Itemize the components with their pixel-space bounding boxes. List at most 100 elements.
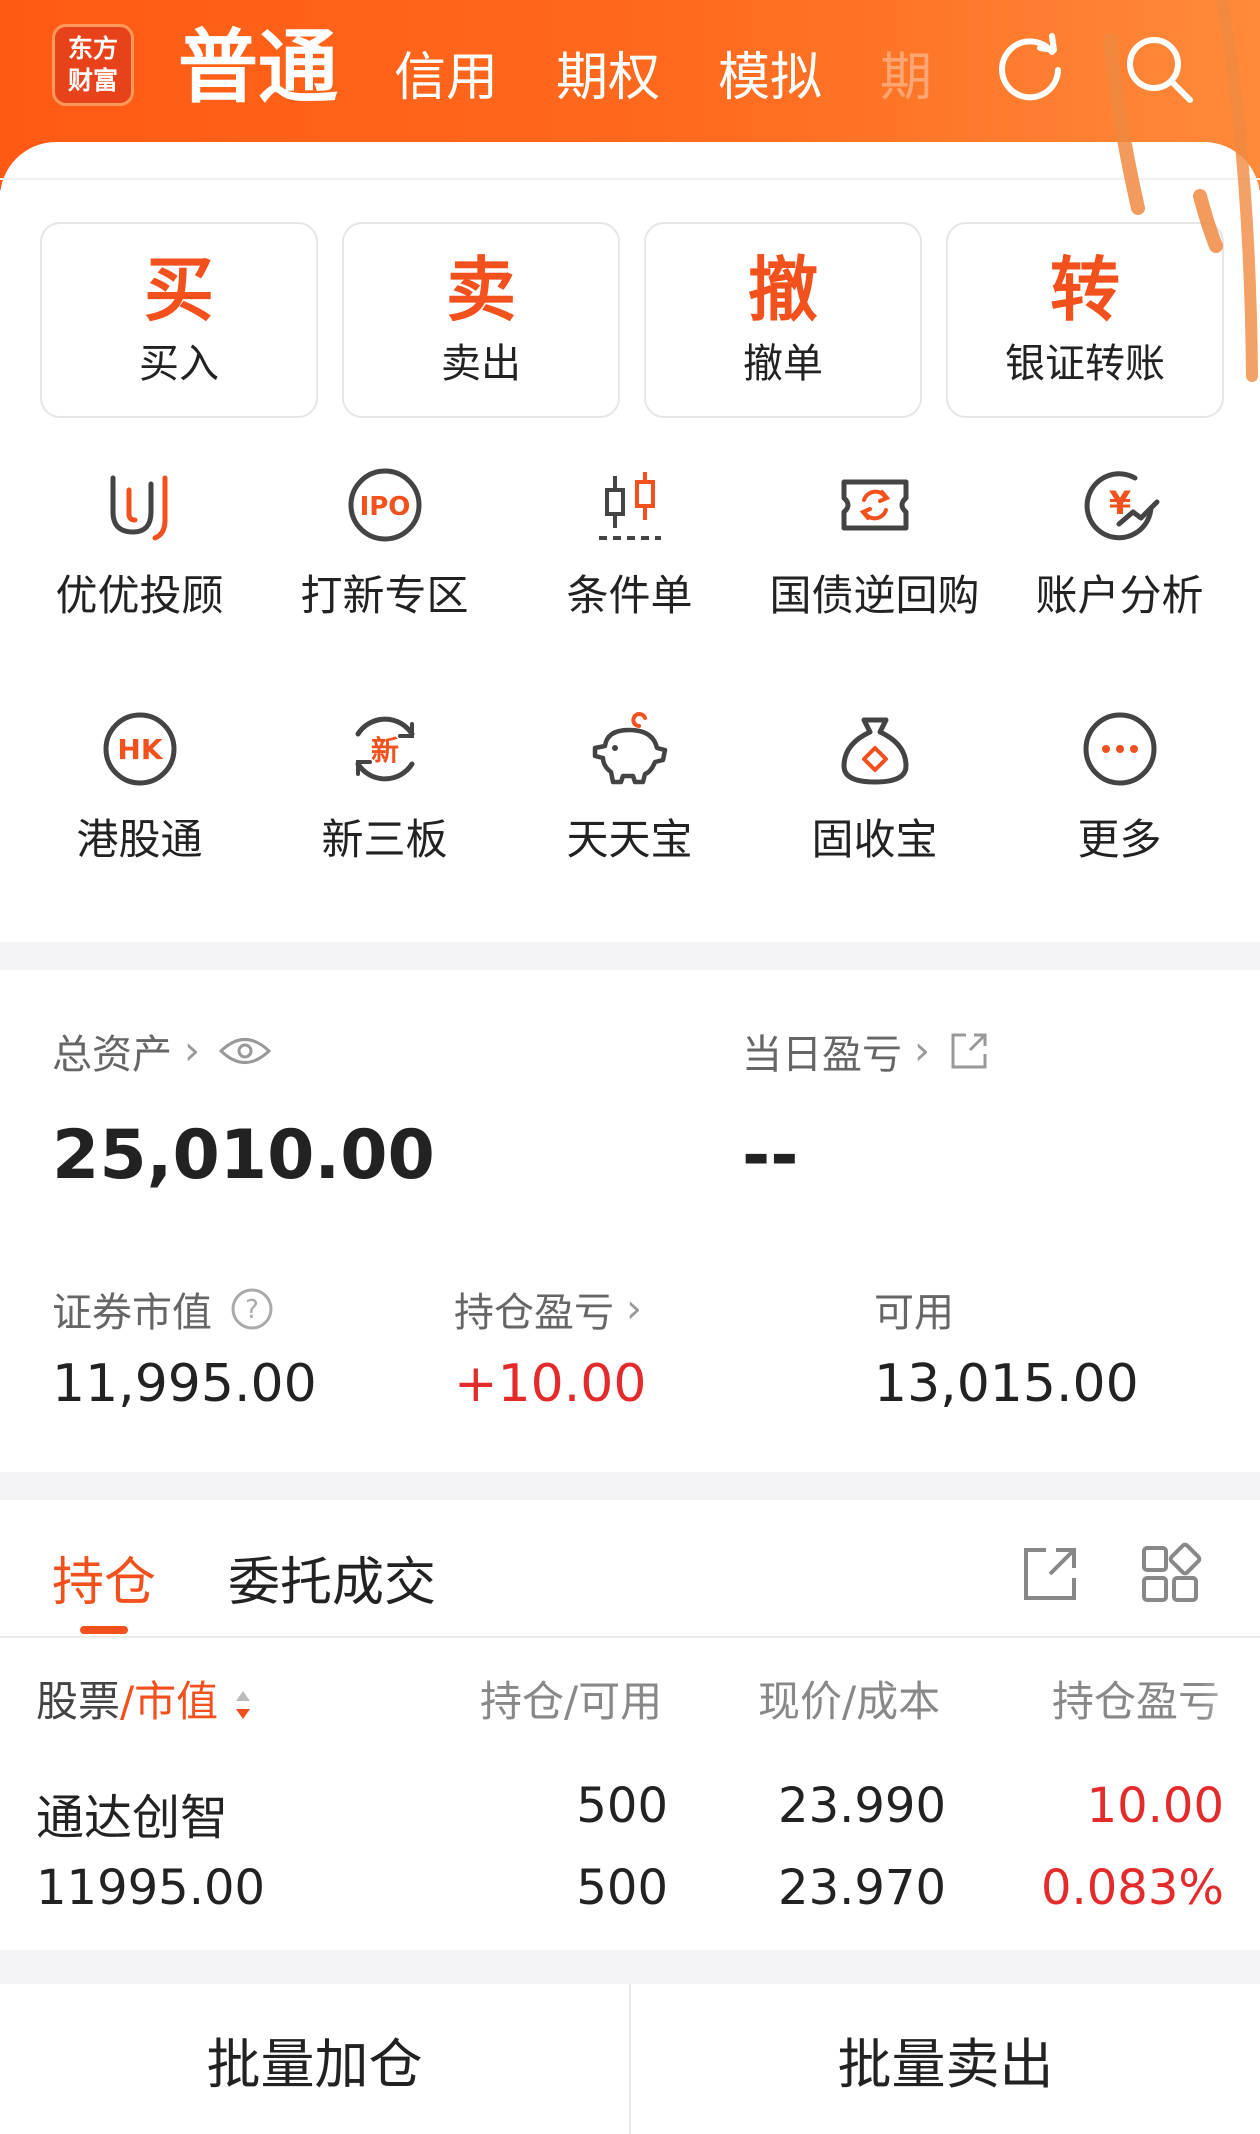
buy-label: 买入 — [139, 341, 219, 387]
sell-button[interactable]: 卖 卖出 — [342, 222, 620, 418]
repo-icon — [841, 479, 908, 531]
new-board-icon: 新 — [355, 716, 414, 782]
market-value: 11,995.00 — [52, 1354, 317, 1414]
positions-panel: 持仓 委托成交 股票/市值 持仓/可用 现价/成本 持仓盈亏 通达创智 1199… — [0, 1500, 1260, 1950]
logo-text-line2: 财富 — [67, 66, 118, 95]
buy-glyph: 买 — [144, 249, 214, 331]
tab-options[interactable]: 期权 — [556, 28, 660, 128]
tab-credit[interactable]: 信用 — [394, 28, 498, 128]
service-new-third-board[interactable]: 新 新三板 — [262, 704, 507, 868]
divider — [0, 1636, 1260, 1638]
batch-add-button[interactable]: 批量加仓 — [0, 1984, 629, 2134]
col-price: 现价/成本 — [758, 1677, 941, 1726]
service-hk-connect[interactable]: HK 港股通 — [17, 704, 262, 868]
market-value-label-row: 证券市值 ? — [52, 1280, 274, 1338]
help-icon[interactable]: ? — [230, 1287, 274, 1331]
daily-pl-label-row[interactable]: 当日盈亏 › — [742, 1022, 990, 1080]
batch-sell-button[interactable]: 批量卖出 — [631, 1984, 1260, 2134]
position-pl-label: 持仓盈亏 — [454, 1290, 614, 1336]
refresh-icon[interactable] — [990, 30, 1070, 110]
uu-advisor-icon — [110, 475, 167, 541]
service-label: 国债逆回购 — [769, 571, 980, 620]
tab-normal[interactable]: 普通 — [178, 18, 338, 118]
chevron-right-icon: › — [184, 1028, 200, 1074]
service-label: 账户分析 — [1035, 571, 1204, 620]
cancel-label: 撤单 — [743, 341, 823, 387]
service-label: 新三板 — [321, 815, 448, 864]
share-icon[interactable] — [1018, 1542, 1082, 1606]
available-qty: 500 — [576, 1860, 668, 1916]
service-tiantianbao[interactable]: 天天宝 — [507, 704, 752, 868]
col-qty: 持仓/可用 — [480, 1677, 663, 1726]
divider — [0, 178, 1260, 180]
transfer-glyph: 转 — [1050, 249, 1120, 331]
sell-label: 卖出 — [441, 341, 521, 387]
scroll-fade — [1200, 1660, 1260, 1730]
logo-text-line1: 东方 — [67, 34, 118, 63]
service-label: 优优投顾 — [55, 571, 224, 620]
svg-text:IPO: IPO — [359, 492, 410, 522]
service-account-analysis[interactable]: ¥ 账户分析 — [997, 460, 1242, 624]
batch-actions-bar: 批量加仓 批量卖出 — [0, 1984, 1260, 2134]
svg-text:¥: ¥ — [1108, 484, 1130, 522]
col-stock-label: 股票 — [36, 1677, 121, 1726]
total-assets-label: 总资产 — [52, 1032, 172, 1078]
service-label: 港股通 — [76, 815, 203, 864]
tab-orders[interactable]: 委托成交 — [228, 1540, 436, 1615]
grid-view-icon[interactable] — [1138, 1542, 1202, 1606]
piggy-bank-icon — [592, 712, 667, 785]
col-stock-mv[interactable]: 股票/市值 — [36, 1668, 254, 1729]
trade-menu-card: 买 买入 卖 卖出 撤 撤单 转 银证转账 优优投顾 IPO 打新专区 条件单 … — [0, 142, 1260, 942]
total-assets-label-row[interactable]: 总资产 › — [52, 1022, 272, 1080]
cancel-glyph: 撤 — [748, 249, 818, 331]
service-label: 更多 — [1077, 815, 1162, 864]
candlestick-icon — [598, 472, 661, 540]
search-icon[interactable] — [1120, 30, 1200, 110]
service-label: 打新专区 — [300, 571, 469, 620]
service-ipo[interactable]: IPO 打新专区 — [262, 460, 507, 624]
daily-pl-label: 当日盈亏 — [742, 1032, 902, 1078]
hk-icon: HK — [103, 712, 176, 786]
current-price: 23.990 — [778, 1778, 946, 1834]
external-link-icon[interactable] — [948, 1030, 990, 1072]
ipo-icon: IPO — [348, 468, 421, 542]
bank-transfer-button[interactable]: 转 银证转账 — [946, 222, 1224, 418]
buy-button[interactable]: 买 买入 — [40, 222, 318, 418]
col-pl: 持仓盈亏 — [1052, 1677, 1221, 1726]
account-type-tabs: 普通 信用 期权 模拟 期 — [178, 18, 990, 128]
quick-actions: 买 买入 卖 卖出 撤 撤单 转 银证转账 — [40, 222, 1224, 418]
svg-text:HK: HK — [117, 733, 163, 766]
transfer-label: 银证转账 — [1005, 341, 1165, 387]
tab-positions[interactable]: 持仓 — [52, 1540, 156, 1615]
chevron-right-icon: › — [626, 1286, 642, 1332]
service-bond-repo[interactable]: 国债逆回购 — [752, 460, 997, 624]
stock-name: 通达创智 — [36, 1790, 229, 1846]
available-value: 13,015.00 — [874, 1354, 1139, 1414]
service-fixed-income[interactable]: 固收宝 — [752, 704, 997, 868]
chevron-right-icon: › — [914, 1028, 930, 1074]
svg-text:新: 新 — [370, 734, 398, 767]
stock-market-value: 11995.00 — [36, 1860, 266, 1916]
col-mv-label: 市值 — [134, 1677, 219, 1726]
service-conditional-order[interactable]: 条件单 — [507, 460, 752, 624]
services-row-1: 优优投顾 IPO 打新专区 条件单 国债逆回购 ¥ 账户分析 — [0, 460, 1260, 624]
sort-icon — [235, 1690, 250, 1719]
service-label: 固收宝 — [811, 815, 938, 864]
available-label-row: 可用 — [874, 1280, 954, 1338]
cost-price: 23.970 — [778, 1860, 946, 1916]
service-more[interactable]: 更多 — [997, 704, 1242, 868]
service-uu-advisor[interactable]: 优优投顾 — [17, 460, 262, 624]
position-pl-percent: 0.083% — [1040, 1860, 1224, 1916]
eye-icon[interactable] — [218, 1034, 272, 1068]
position-pl-label-row[interactable]: 持仓盈亏 › — [454, 1280, 642, 1338]
tab-futures[interactable]: 期 — [880, 28, 932, 128]
sell-glyph: 卖 — [446, 249, 516, 331]
hold-qty: 500 — [576, 1778, 668, 1834]
tab-simulation[interactable]: 模拟 — [718, 28, 822, 128]
col-sep: / — [120, 1677, 135, 1726]
assets-summary: 总资产 › 25,010.00 当日盈亏 › -- 证券市值 ? 11,995.… — [0, 970, 1260, 1472]
position-pl-value: +10.00 — [454, 1354, 647, 1414]
app-logo[interactable]: 东方 财富 — [52, 24, 134, 106]
market-value-label: 证券市值 — [52, 1290, 212, 1336]
cancel-order-button[interactable]: 撤 撤单 — [644, 222, 922, 418]
